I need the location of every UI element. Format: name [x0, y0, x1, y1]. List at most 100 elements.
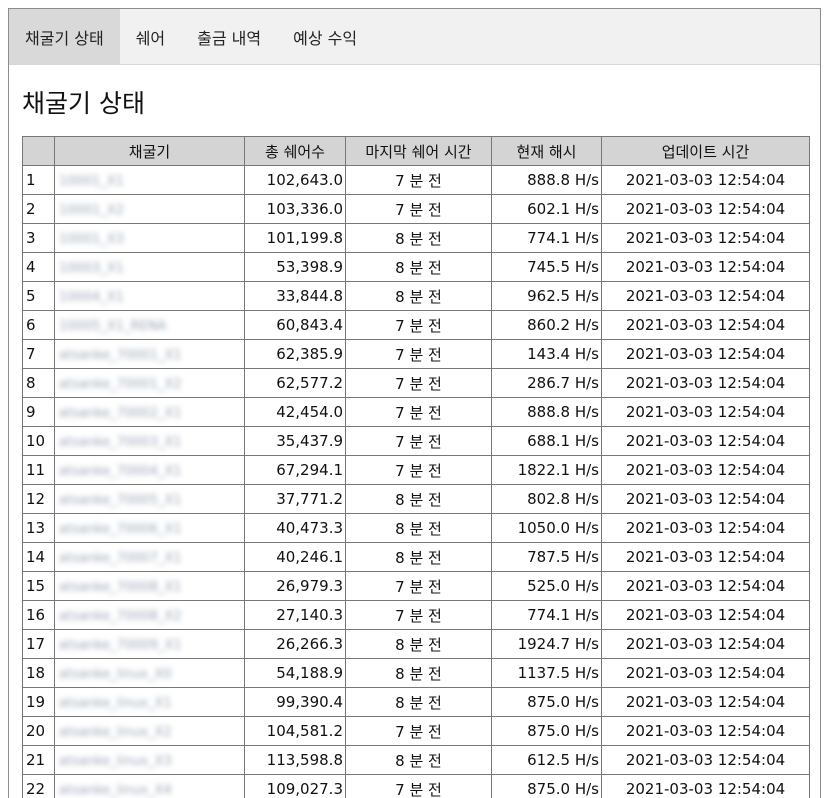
- table-row: 3 10001_X3 101,199.8 8 분 전 774.1 H/s 2021-03-…: [22, 223, 810, 253]
- main-content: 채굴기 상태 채굴기 총 쉐어수 마지막 쉐어 시간 현재 해시 업데이트 시간: [9, 86, 820, 798]
- current-hash: 525.0 H/s: [491, 571, 602, 601]
- current-hash: 875.0 H/s: [491, 687, 602, 717]
- row-index: 1: [22, 165, 55, 195]
- current-hash: 774.1 H/s: [491, 223, 602, 253]
- total-shares: 104,581.2: [244, 716, 346, 746]
- last-share-time: 8 분 전: [345, 252, 492, 282]
- total-shares: 62,385.9: [244, 339, 346, 369]
- row-index: 4: [22, 252, 55, 282]
- last-share-time: 8 분 전: [345, 629, 492, 659]
- current-hash: 602.1 H/s: [491, 194, 602, 224]
- last-share-time: 7 분 전: [345, 368, 492, 398]
- updated-time: 2021-03-03 12:54:04: [601, 600, 810, 630]
- current-hash: 875.0 H/s: [491, 774, 602, 798]
- current-hash: 1822.1 H/s: [491, 455, 602, 485]
- miner-name: atsanke_linux_X2: [54, 716, 245, 746]
- miner-name: atsanke_70004_X1: [54, 455, 245, 485]
- tab-withdrawals[interactable]: 출금 내역: [181, 9, 277, 64]
- tab-estimated-earnings[interactable]: 예상 수익: [277, 9, 373, 64]
- miner-name: atsanke_70007_X1: [54, 542, 245, 572]
- miner-name-text: atsanke_70003_X1: [59, 435, 182, 450]
- updated-time: 2021-03-03 12:54:04: [601, 455, 810, 485]
- miner-name: atsanke_linux_X1: [54, 687, 245, 717]
- updated-time: 2021-03-03 12:54:04: [601, 223, 810, 253]
- miner-name-text: 10003_X1: [59, 261, 125, 276]
- updated-time: 2021-03-03 12:54:04: [601, 513, 810, 543]
- miner-name: atsanke_70008_X1: [54, 571, 245, 601]
- last-share-time: 7 분 전: [345, 194, 492, 224]
- row-index: 14: [22, 542, 55, 572]
- table-row: 4 10003_X1 53,398.9 8 분 전 745.5 H/s 2021-03-0…: [22, 252, 810, 282]
- row-index: 22: [22, 774, 55, 798]
- current-hash: 1924.7 H/s: [491, 629, 602, 659]
- total-shares: 60,843.4: [244, 310, 346, 340]
- current-hash: 787.5 H/s: [491, 542, 602, 572]
- row-index: 2: [22, 194, 55, 224]
- column-header-last-share-time: 마지막 쉐어 시간: [345, 136, 492, 166]
- miner-name-text: atsanke_70006_X1: [59, 522, 182, 537]
- miner-status-table: 채굴기 총 쉐어수 마지막 쉐어 시간 현재 해시 업데이트 시간 1 10001…: [22, 136, 810, 798]
- row-index: 3: [22, 223, 55, 253]
- updated-time: 2021-03-03 12:54:04: [601, 368, 810, 398]
- miner-name: atsanke_70001_X1: [54, 339, 245, 369]
- table-row: 7 atsanke_70001_X1 62,385.9 7 분 전 143.4 H/s 2…: [22, 339, 810, 369]
- miner-name: atsanke_linux_X4: [54, 774, 245, 798]
- current-hash: 1137.5 H/s: [491, 658, 602, 688]
- column-header-index: [22, 136, 55, 166]
- current-hash: 688.1 H/s: [491, 426, 602, 456]
- last-share-time: 8 분 전: [345, 542, 492, 572]
- table-row: 1 10001_X1 102,643.0 7 분 전 888.8 H/s 2021-03-…: [22, 165, 810, 195]
- table-row: 16 atsanke_70008_X2 27,140.3 7 분 전 774.1 H/s…: [22, 600, 810, 630]
- updated-time: 2021-03-03 12:54:04: [601, 571, 810, 601]
- current-hash: 612.5 H/s: [491, 745, 602, 775]
- row-index: 17: [22, 629, 55, 659]
- total-shares: 67,294.1: [244, 455, 346, 485]
- app-frame: 채굴기 상태 쉐어 출금 내역 예상 수익 채굴기 상태 채굴기 총 쉐어수 마…: [8, 8, 821, 798]
- tab-bar: 채굴기 상태 쉐어 출금 내역 예상 수익: [9, 9, 820, 65]
- miner-name: 10001_X1: [54, 165, 245, 195]
- miner-name: atsanke_70001_X2: [54, 368, 245, 398]
- table-row: 13 atsanke_70006_X1 40,473.3 8 분 전 1050.0 H/…: [22, 513, 810, 543]
- tab-shares[interactable]: 쉐어: [120, 9, 181, 64]
- row-index: 16: [22, 600, 55, 630]
- current-hash: 875.0 H/s: [491, 716, 602, 746]
- table-row: 6 10005_X1_RENA 60,843.4 7 분 전 860.2 H/s 2021…: [22, 310, 810, 340]
- miner-name: atsanke_70002_X1: [54, 397, 245, 427]
- total-shares: 26,266.3: [244, 629, 346, 659]
- total-shares: 33,844.8: [244, 281, 346, 311]
- current-hash: 962.5 H/s: [491, 281, 602, 311]
- tab-miner-status[interactable]: 채굴기 상태: [9, 9, 120, 64]
- miner-name-text: atsanke_70008_X1: [59, 580, 182, 595]
- last-share-time: 8 분 전: [345, 745, 492, 775]
- last-share-time: 7 분 전: [345, 600, 492, 630]
- last-share-time: 8 분 전: [345, 513, 492, 543]
- miner-name-text: atsanke_linux_X4: [59, 783, 172, 798]
- table-row: 11 atsanke_70004_X1 67,294.1 7 분 전 1822.1 H/…: [22, 455, 810, 485]
- total-shares: 35,437.9: [244, 426, 346, 456]
- updated-time: 2021-03-03 12:54:04: [601, 339, 810, 369]
- total-shares: 54,188.9: [244, 658, 346, 688]
- miner-name-text: atsanke_70004_X1: [59, 464, 182, 479]
- table-row: 20 atsanke_linux_X2 104,581.2 7 분 전 875.0 H/…: [22, 716, 810, 746]
- miner-name-text: atsanke_linux_X0: [59, 667, 172, 682]
- column-header-miner: 채굴기: [54, 136, 245, 166]
- total-shares: 40,473.3: [244, 513, 346, 543]
- total-shares: 27,140.3: [244, 600, 346, 630]
- current-hash: 1050.0 H/s: [491, 513, 602, 543]
- miner-name: 10001_X3: [54, 223, 245, 253]
- page-title: 채굴기 상태: [22, 89, 145, 118]
- total-shares: 40,246.1: [244, 542, 346, 572]
- current-hash: 860.2 H/s: [491, 310, 602, 340]
- row-index: 21: [22, 745, 55, 775]
- row-index: 20: [22, 716, 55, 746]
- miner-name: 10003_X1: [54, 252, 245, 282]
- miner-name-text: 10005_X1_RENA: [59, 319, 167, 334]
- miner-name-text: 10004_X1: [59, 290, 125, 305]
- updated-time: 2021-03-03 12:54:04: [601, 542, 810, 572]
- miner-name-text: atsanke_70005_X1: [59, 493, 182, 508]
- table-row: 18 atsanke_linux_X0 54,188.9 8 분 전 1137.5 H/…: [22, 658, 810, 688]
- updated-time: 2021-03-03 12:54:04: [601, 281, 810, 311]
- last-share-time: 8 분 전: [345, 687, 492, 717]
- miner-name-text: atsanke_linux_X1: [59, 696, 172, 711]
- updated-time: 2021-03-03 12:54:04: [601, 774, 810, 798]
